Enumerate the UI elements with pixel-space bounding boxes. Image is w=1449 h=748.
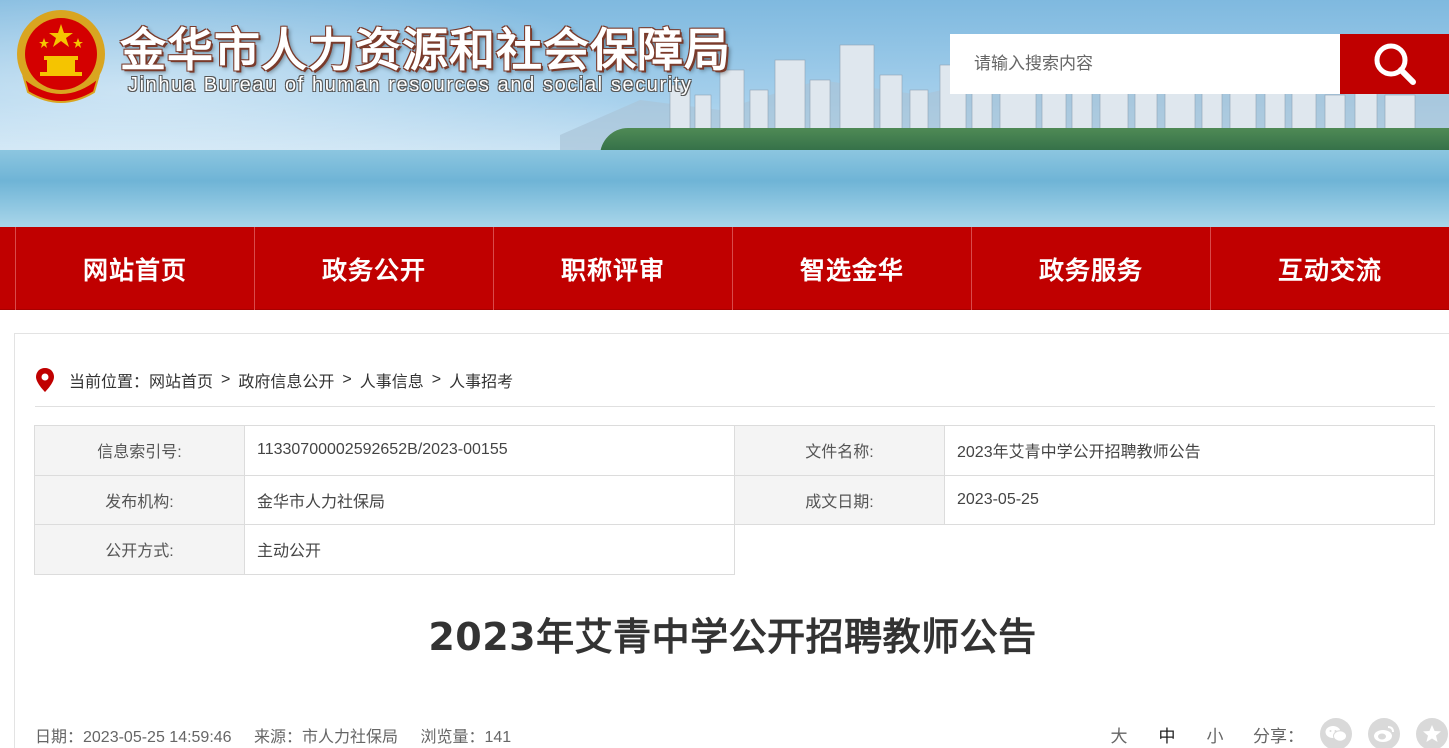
meta-empty-cell [734, 524, 945, 574]
nav-item-government-affairs[interactable]: 政务公开 [254, 227, 493, 310]
meta-label-date: 成文日期: [734, 474, 945, 525]
article-views: 浏览量：141 [420, 729, 512, 746]
meta-value-filename: 2023年艾青中学公开招聘教师公告 [944, 425, 1435, 476]
location-pin-icon [36, 368, 54, 392]
breadcrumb-home[interactable]: 网站首页 [149, 368, 213, 392]
meta-value-publisher: 金华市人力社保局 [244, 474, 735, 525]
meta-value-index: 11330700002592652B/2023-00155 [244, 425, 735, 476]
table-row: 发布机构: 金华市人力社保局 成文日期: 2023-05-25 [34, 474, 1435, 525]
search-input[interactable] [950, 34, 1340, 94]
search-icon [1374, 43, 1416, 85]
breadcrumb-gov-info[interactable]: 政府信息公开 [238, 368, 334, 392]
breadcrumb: 当前位置： 网站首页 > 政府信息公开 > 人事信息 > 人事招考 [35, 368, 513, 392]
nav-item-government-services[interactable]: 政务服务 [971, 227, 1210, 310]
meta-value-method: 主动公开 [244, 524, 735, 575]
nav-item-interaction[interactable]: 互动交流 [1210, 227, 1449, 310]
main-nav: 网站首页 政务公开 职称评审 智选金华 政务服务 互动交流 [0, 227, 1449, 310]
meta-label-method: 公开方式: [34, 524, 245, 575]
breadcrumb-divider [35, 406, 1435, 407]
breadcrumb-separator: > [221, 371, 231, 388]
article-tools: 大 中 小 分享： [1095, 717, 1449, 748]
article-info-bar: 日期：2023-05-25 14:59:46 来源：市人力社保局 浏览量：141 [35, 723, 529, 747]
meta-label-index: 信息索引号: [34, 425, 245, 476]
share-weibo-button[interactable] [1368, 718, 1400, 748]
article-title: 2023年艾青中学公开招聘教师公告 [428, 615, 1037, 659]
article-date: 日期：2023-05-25 14:59:46 [35, 729, 232, 746]
star-icon [1423, 725, 1441, 742]
meta-empty-cell [944, 524, 1435, 574]
document-meta-table: 信息索引号: 11330700002592652B/2023-00155 文件名… [34, 425, 1435, 575]
wechat-icon [1325, 726, 1347, 742]
meta-label-publisher: 发布机构: [34, 474, 245, 525]
breadcrumb-separator: > [342, 371, 352, 388]
share-label: 分享： [1253, 726, 1304, 746]
article-source: 来源：市人力社保局 [254, 729, 399, 746]
share-favorite-button[interactable] [1416, 718, 1448, 748]
nav-item-title-review[interactable]: 职称评审 [493, 227, 732, 310]
table-row: 信息索引号: 11330700002592652B/2023-00155 文件名… [34, 425, 1435, 476]
table-row: 公开方式: 主动公开 [34, 524, 1435, 575]
search-button[interactable] [1340, 34, 1449, 94]
nav-item-home[interactable]: 网站首页 [15, 227, 254, 310]
site-title: 金华市人力资源和社会保障局 [120, 23, 731, 77]
breadcrumb-personnel-info[interactable]: 人事信息 [360, 368, 424, 392]
meta-value-date: 2023-05-25 [944, 474, 1435, 525]
nav-item-zhixuan-jinhua[interactable]: 智选金华 [732, 227, 971, 310]
font-size-small-button[interactable]: 小 [1191, 722, 1239, 747]
breadcrumb-separator: > [431, 371, 442, 388]
weibo-icon [1374, 726, 1394, 742]
content-panel: 当前位置： 网站首页 > 政府信息公开 > 人事信息 > 人事招考 信息索引号:… [14, 333, 1449, 748]
meta-label-filename: 文件名称: [734, 425, 945, 476]
site-subtitle: Jinhua Bureau of human resources and soc… [128, 74, 693, 96]
font-size-large-button[interactable]: 大 [1095, 722, 1143, 747]
national-emblem-icon [17, 10, 105, 103]
breadcrumb-prefix: 当前位置： [69, 374, 150, 391]
share-wechat-button[interactable] [1320, 718, 1352, 748]
breadcrumb-recruitment[interactable]: 人事招考 [449, 368, 513, 392]
font-size-medium-button[interactable]: 中 [1143, 722, 1191, 747]
banner-river [0, 150, 1449, 227]
